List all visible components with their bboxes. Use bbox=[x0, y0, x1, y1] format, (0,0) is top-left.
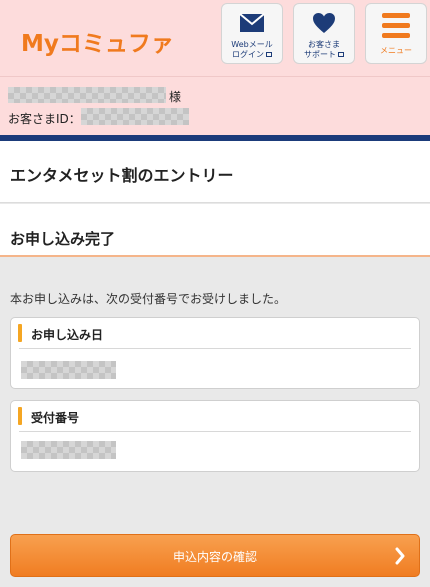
logo[interactable]: Myコミュファ bbox=[21, 24, 174, 58]
customer-support-button[interactable]: お客さま サポート bbox=[293, 3, 355, 64]
divider bbox=[19, 431, 411, 432]
webmail-login-button[interactable]: Webメール ログイン bbox=[221, 3, 283, 64]
menu-label: メニュー bbox=[380, 46, 412, 55]
heart-icon bbox=[313, 13, 335, 33]
accent-bar bbox=[18, 324, 22, 342]
redacted-customer-id bbox=[81, 108, 189, 125]
hamburger-icon bbox=[382, 13, 410, 38]
confirm-button-label: 申込内容の確認 bbox=[172, 550, 257, 564]
page-title: エンタメセット割のエントリー bbox=[10, 166, 234, 185]
support-label: お客さま サポート bbox=[294, 40, 354, 60]
external-link-icon bbox=[266, 52, 272, 57]
mail-icon bbox=[239, 13, 265, 32]
redacted-user-name bbox=[8, 87, 166, 103]
application-date-card: お申し込み日 bbox=[10, 317, 420, 389]
confirm-application-button[interactable]: 申込内容の確認 bbox=[10, 534, 420, 577]
user-info-bar: 様 お客さまID： bbox=[0, 76, 430, 135]
honorific-label: 様 bbox=[169, 90, 182, 104]
intro-text: 本お申し込みは、次の受付番号でお受けしました。 bbox=[10, 292, 287, 306]
page-title-section: エンタメセット割のエントリー bbox=[0, 141, 430, 203]
customer-id-label: お客さまID： bbox=[8, 112, 81, 126]
accent-bar bbox=[18, 407, 22, 425]
receipt-number-label: 受付番号 bbox=[31, 411, 80, 425]
chevron-right-icon bbox=[395, 547, 405, 565]
redacted-receipt-number bbox=[21, 441, 116, 459]
divider bbox=[19, 348, 411, 349]
redacted-application-date bbox=[21, 361, 116, 379]
receipt-number-card: 受付番号 bbox=[10, 400, 420, 472]
completion-heading-section: お申し込み完了 bbox=[0, 204, 430, 257]
menu-button[interactable]: メニュー bbox=[365, 3, 427, 64]
completion-heading: お申し込み完了 bbox=[10, 230, 116, 248]
webmail-label: Webメール ログイン bbox=[231, 40, 273, 59]
header: Myコミュファ Webメール ログイン お客さま サポート メニュー bbox=[0, 0, 430, 76]
application-date-label: お申し込み日 bbox=[31, 328, 104, 342]
external-link-icon bbox=[338, 52, 344, 57]
